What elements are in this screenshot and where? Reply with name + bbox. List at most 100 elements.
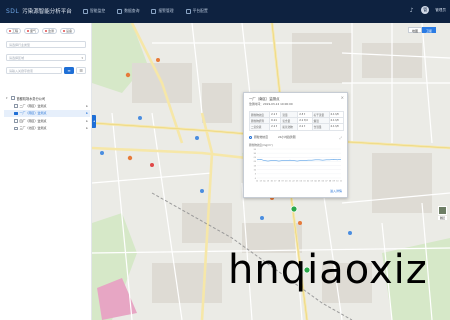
checkbox[interactable] <box>14 126 18 130</box>
tree-item-label: 四厂（南区）监测点 <box>19 118 47 123</box>
popup-title: 一厂（南区）监测点 <box>249 97 280 101</box>
x-tick-label: 21 <box>289 181 291 183</box>
nav-label: 数据查询 <box>124 8 140 13</box>
tag-filter[interactable]: 设备 <box>60 28 76 34</box>
expand-icon[interactable]: ⤢ <box>339 136 342 140</box>
checkbox[interactable] <box>11 96 15 100</box>
table-cell: 二氧化硫 <box>248 123 271 131</box>
nav-item-alarm[interactable]: 报警管理 <box>151 8 174 14</box>
search-button[interactable]: ≡ <box>64 67 74 74</box>
series-line <box>256 159 342 162</box>
industry-select[interactable]: 请选择行业类型 <box>6 41 86 48</box>
user-area: ♪ 管 管理员 <box>408 6 446 14</box>
bell-icon[interactable]: ♪ <box>408 7 415 14</box>
popup-data-table: 颗粒物浓度 2.1 t 流量 2.3 t 标干流量 2.1 t/h 颗粒物折算 … <box>248 110 344 131</box>
layer-thumbnail[interactable] <box>438 206 447 215</box>
tree-root-label: 首都机场水务分公司 <box>16 96 46 101</box>
monitor-icon <box>83 8 88 14</box>
nav-item-config[interactable]: 平台配置 <box>185 8 208 14</box>
map-type-satellite-button[interactable]: 卫星 <box>421 27 436 33</box>
layer-label[interactable]: 图层 <box>438 216 447 220</box>
table-cell: 含湿量 <box>311 123 330 131</box>
tag-label: 设备 <box>66 29 73 33</box>
close-icon[interactable]: × <box>341 95 344 100</box>
detail-link[interactable]: 进入详情 <box>330 189 342 193</box>
chevron-down-icon: ▾ <box>81 56 83 60</box>
y-tick-label: 0 <box>255 178 257 180</box>
y-tick-label: 15 <box>253 165 256 167</box>
tag-filter[interactable]: 工程 <box>6 28 22 34</box>
search-row: 请输入关键字搜索 ≡ ☰ <box>6 67 86 74</box>
gear-icon <box>185 8 191 14</box>
nav-item-monitor[interactable]: 智能监控 <box>83 8 105 14</box>
nav-label: 平台配置 <box>192 8 208 13</box>
filter-button[interactable]: ☰ <box>76 67 86 74</box>
tree-item-selected[interactable]: 一厂（南区）监测点 ▸ <box>4 109 90 117</box>
industry-placeholder: 请选择行业类型 <box>9 43 31 47</box>
tree-item-label: 一厂（南区）监测点 <box>19 111 47 116</box>
site-tree: ▾ 首都机场水务分公司 二厂（南区）监测点 ▸ 一厂（南区）监测点 ▸ 四厂（南… <box>4 94 90 132</box>
x-tick-label: 23 <box>296 181 298 183</box>
filter-tags: 工程 废气 监测 设备 <box>6 28 76 34</box>
app-title: 污染源智能分析平台 <box>22 9 72 15</box>
status-dot-icon <box>45 30 48 32</box>
trend-chart: 3530252015105012 13 14 15 16 17 18 19 20 21 22 23 00… <box>253 149 342 183</box>
checkbox[interactable] <box>14 111 18 115</box>
checkbox[interactable] <box>14 119 18 123</box>
popup-time: 监测时间：2019-03-12 10:00:00 <box>249 102 293 106</box>
region-placeholder: 请选择区域 <box>9 56 25 60</box>
x-tick-label: 03 <box>311 181 313 183</box>
site-info-popup: 一厂（南区）监测点 × 监测时间：2019-03-12 10:00:00 颗粒物… <box>243 92 348 198</box>
nav-item-query[interactable]: 数据查询 <box>117 8 139 14</box>
y-tick-label: 35 <box>253 149 256 151</box>
y-tick-label: 20 <box>253 161 256 163</box>
nav-label: 报警管理 <box>158 8 174 13</box>
y-tick-label: 5 <box>255 174 257 176</box>
table-cell: 氮氧化物 <box>280 123 299 131</box>
nav-label: 智能监控 <box>90 8 106 13</box>
tree-item[interactable]: 二厂（南区）监测点 ▸ <box>4 102 90 110</box>
region-select[interactable]: 请选择区域 ▾ <box>6 54 86 61</box>
x-tick-label: 01 <box>303 181 305 183</box>
search-placeholder: 请输入关键字搜索 <box>9 69 34 73</box>
x-tick-label: 22 <box>292 181 294 183</box>
x-tick-label: 13 <box>260 181 262 183</box>
x-tick-label: 11 <box>340 181 342 183</box>
popup-tabs: 颗粒物浓度 24小时趋势图 <box>249 135 296 139</box>
tag-label: 监测 <box>48 29 55 33</box>
tab-trend[interactable]: 24小时趋势图 <box>278 135 296 139</box>
table-cell: 2.1 t/h <box>328 123 344 131</box>
left-panel: 工程 废气 监测 设备 请选择行业类型 请选择区域 ▾ 请输入关键字搜索 ≡ ☰… <box>0 23 92 320</box>
tag-filter[interactable]: 废气 <box>24 28 40 34</box>
chevron-right-icon: ▸ <box>86 111 88 116</box>
tree-item-label: 三厂（北区）监测点 <box>19 126 47 131</box>
table-row: 二氧化硫 2.1 t 氮氧化物 2.1 t 含湿量 2.1 t/h <box>248 123 344 131</box>
caret-down-icon[interactable]: ▾ <box>6 96 9 100</box>
status-dot-icon <box>27 30 30 32</box>
table-cell: 2.1 t <box>269 123 282 131</box>
tree-root[interactable]: ▾ 首都机场水务分公司 <box>4 94 90 102</box>
x-tick-label: 15 <box>267 181 269 183</box>
x-tick-label: 12 <box>256 181 258 183</box>
status-dot-icon <box>9 30 11 32</box>
checkbox[interactable] <box>14 104 18 108</box>
user-name[interactable]: 管理员 <box>435 8 446 13</box>
map-type-map-button[interactable]: 地图 <box>407 27 422 33</box>
alarm-icon <box>151 8 157 14</box>
radio-icon[interactable] <box>249 135 252 139</box>
top-navbar: SDL 污染源智能分析平台 智能监控 数据查询 报警管理 平台配置 ♪ 管 管理… <box>0 0 450 23</box>
x-tick-label: 05 <box>318 181 320 183</box>
tree-item[interactable]: 四厂（南区）监测点 ▸ <box>4 117 90 125</box>
table-icon <box>117 8 123 14</box>
tree-item[interactable]: 三厂（北区）监测点 ▸ <box>4 125 90 133</box>
logo-mark: SDL <box>6 7 20 15</box>
tag-filter[interactable]: 监测 <box>42 28 58 34</box>
search-input[interactable]: 请输入关键字搜索 <box>6 67 62 74</box>
chevron-right-icon: ▸ <box>86 103 88 108</box>
tab-pollutant[interactable]: 颗粒物浓度 <box>254 135 268 139</box>
app-logo[interactable]: SDL 污染源智能分析平台 <box>6 7 72 16</box>
y-tick-label: 25 <box>253 157 256 159</box>
panel-collapse-button[interactable]: ◂ <box>92 115 96 128</box>
avatar[interactable]: 管 <box>421 6 430 14</box>
x-tick-label: 07 <box>325 181 327 183</box>
